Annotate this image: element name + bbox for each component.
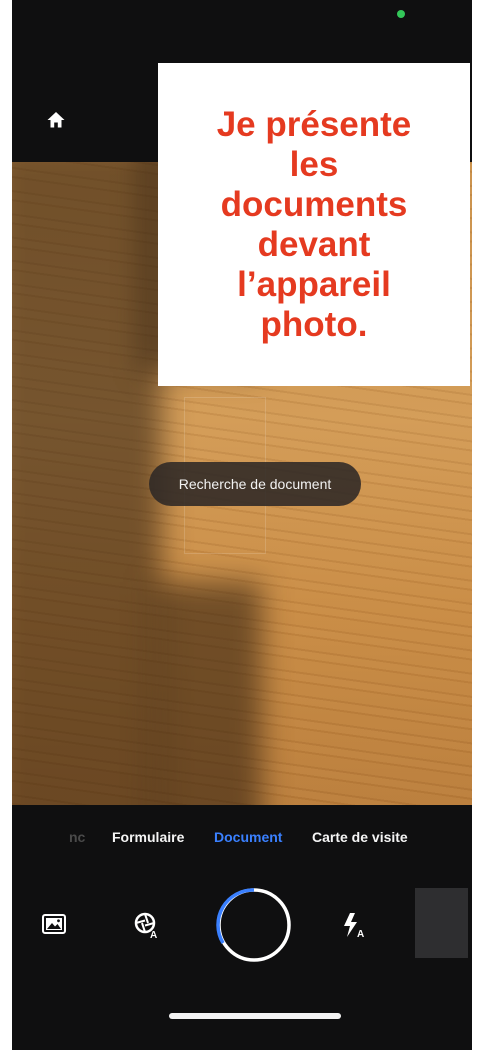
- overlay-caption-line: documents: [220, 184, 408, 224]
- svg-text:A: A: [150, 930, 157, 939]
- overlay-caption-line: photo.: [260, 304, 368, 344]
- overlay-caption: Je présente les documents devant l’appar…: [158, 63, 470, 386]
- auto-capture-icon: A: [134, 912, 157, 939]
- overlay-caption-line: les: [289, 144, 339, 184]
- home-indicator[interactable]: [169, 1013, 341, 1019]
- mode-previous[interactable]: nc: [69, 829, 85, 845]
- mode-formulaire[interactable]: Formulaire: [112, 829, 184, 845]
- shadow-region: [152, 582, 262, 805]
- document-search-label: Recherche de document: [178, 476, 332, 492]
- document-search-status: Recherche de document: [149, 462, 361, 506]
- shutter-button[interactable]: [215, 886, 293, 964]
- home-icon: [47, 112, 65, 128]
- auto-capture-button[interactable]: A: [130, 908, 164, 942]
- flash-button[interactable]: A: [338, 908, 370, 942]
- mode-carte-de-visite[interactable]: Carte de visite: [312, 829, 408, 845]
- svg-text:A: A: [357, 929, 364, 939]
- image-gallery-icon: [42, 914, 66, 934]
- flash-auto-icon: A: [344, 913, 364, 939]
- overlay-caption-line: l’appareil: [237, 264, 391, 304]
- camera-in-use-indicator: [397, 10, 405, 18]
- shadow-region: [12, 162, 162, 805]
- mode-document[interactable]: Document: [214, 829, 282, 845]
- gallery-button[interactable]: [38, 910, 70, 940]
- overlay-caption-line: Je présente: [216, 104, 412, 144]
- shutter-ring-icon: [216, 888, 291, 962]
- home-button[interactable]: [42, 106, 70, 134]
- overlay-caption-line: devant: [257, 224, 371, 264]
- capture-mode-selector: nc Formulaire Document Carte de visite: [12, 822, 472, 854]
- last-capture-thumbnail[interactable]: [415, 888, 468, 958]
- camera-screen: Recherche de document Je présente les do…: [12, 0, 472, 1050]
